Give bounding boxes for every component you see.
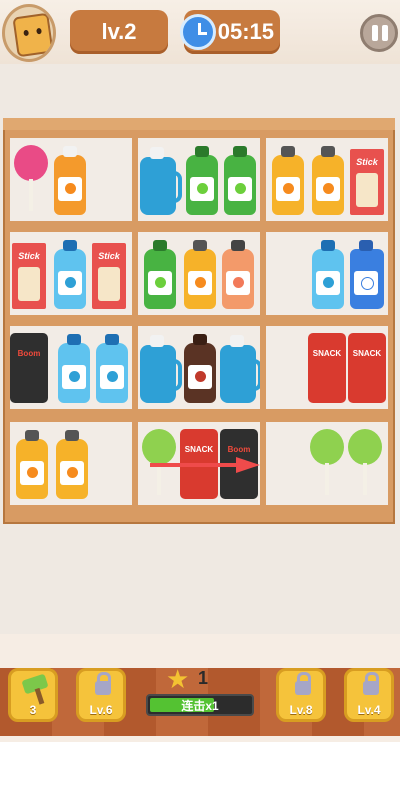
- game-screen: lv.2 05:15 Stick Stick Stick Boom SNACK …: [0, 0, 400, 800]
- rabbit-can-item[interactable]: [350, 240, 384, 309]
- locked-tool-lv8[interactable]: Lv.8: [276, 668, 326, 722]
- shelf-cell-6[interactable]: [266, 232, 388, 315]
- orange-bottle-item[interactable]: [312, 146, 344, 215]
- pause-button[interactable]: [360, 14, 398, 52]
- blue-bottle-item[interactable]: [96, 334, 128, 403]
- shelf-cell-1[interactable]: [10, 138, 132, 221]
- peach-bottle-item[interactable]: [222, 240, 254, 309]
- star-count: 1: [198, 668, 209, 688]
- apple-bottle-item[interactable]: [186, 146, 218, 215]
- hint-arrow-icon: [150, 457, 260, 473]
- lollipop-green-item[interactable]: [348, 429, 382, 499]
- lollipop-pink-item[interactable]: [14, 145, 48, 215]
- level-indicator: lv.2: [70, 10, 168, 54]
- shelf-top-board: [3, 118, 395, 130]
- shelf-cell-5[interactable]: [138, 232, 260, 315]
- clock-icon: [180, 14, 216, 50]
- hammer-icon: [21, 673, 49, 695]
- blank-footer: [0, 742, 400, 800]
- shelf-cell-10[interactable]: [10, 422, 132, 505]
- lock-icon: [295, 672, 311, 695]
- cola-bottle-item[interactable]: [184, 334, 216, 403]
- snack-bag-item[interactable]: SNACK: [348, 333, 386, 403]
- timer-text: 05:15: [217, 19, 274, 44]
- stick-box-item[interactable]: Stick: [92, 243, 126, 309]
- lock-icon: [95, 672, 111, 695]
- snack-bag-item[interactable]: SNACK: [308, 333, 346, 403]
- boom-bag-item[interactable]: Boom: [10, 333, 48, 403]
- shelf-cell-7[interactable]: Boom: [10, 326, 132, 409]
- blue-jug-item[interactable]: [140, 147, 182, 215]
- stick-box-item[interactable]: Stick: [350, 149, 384, 215]
- lollipop-green-item[interactable]: [310, 429, 344, 499]
- star-icon: ★: [166, 664, 190, 694]
- shelf-cell-3[interactable]: Stick: [266, 138, 388, 221]
- locked-tool-lv6[interactable]: Lv.6: [76, 668, 126, 722]
- lock-icon: [363, 672, 379, 695]
- orange-bottle-item[interactable]: [56, 430, 88, 499]
- blue-bottle-item[interactable]: [312, 240, 344, 309]
- stick-box-item[interactable]: Stick: [12, 243, 46, 309]
- blue-jug-item[interactable]: [140, 335, 182, 403]
- shelf-cell-12[interactable]: [266, 422, 388, 505]
- hammer-tool-button[interactable]: 3: [8, 668, 58, 722]
- shelf-cell-8[interactable]: [138, 326, 260, 409]
- avatar-cube-icon: [12, 12, 53, 58]
- combo-label: 连击x1: [181, 699, 219, 713]
- timer-display: 05:15: [180, 10, 280, 54]
- orange-bottle-item[interactable]: [54, 146, 86, 215]
- combo-bar: 连击x1: [146, 694, 254, 716]
- apple-bottle-item[interactable]: [224, 146, 256, 215]
- locked-tool-lv4[interactable]: Lv.4: [344, 668, 394, 722]
- orange-bottle-item[interactable]: [272, 146, 304, 215]
- orange-bottle-item[interactable]: [184, 240, 216, 309]
- blue-jug-item[interactable]: [220, 335, 260, 403]
- shelf-cell-4[interactable]: Stick Stick: [10, 232, 132, 315]
- player-avatar[interactable]: [2, 4, 56, 62]
- shelf-cell-2[interactable]: [138, 138, 260, 221]
- shelf-cell-9[interactable]: SNACK SNACK: [266, 326, 388, 409]
- blue-bottle-item[interactable]: [54, 240, 86, 309]
- orange-bottle-item[interactable]: [16, 430, 48, 499]
- apple-bottle-item[interactable]: [144, 240, 176, 309]
- blue-bottle-item[interactable]: [58, 334, 90, 403]
- level-text: lv.2: [101, 19, 137, 44]
